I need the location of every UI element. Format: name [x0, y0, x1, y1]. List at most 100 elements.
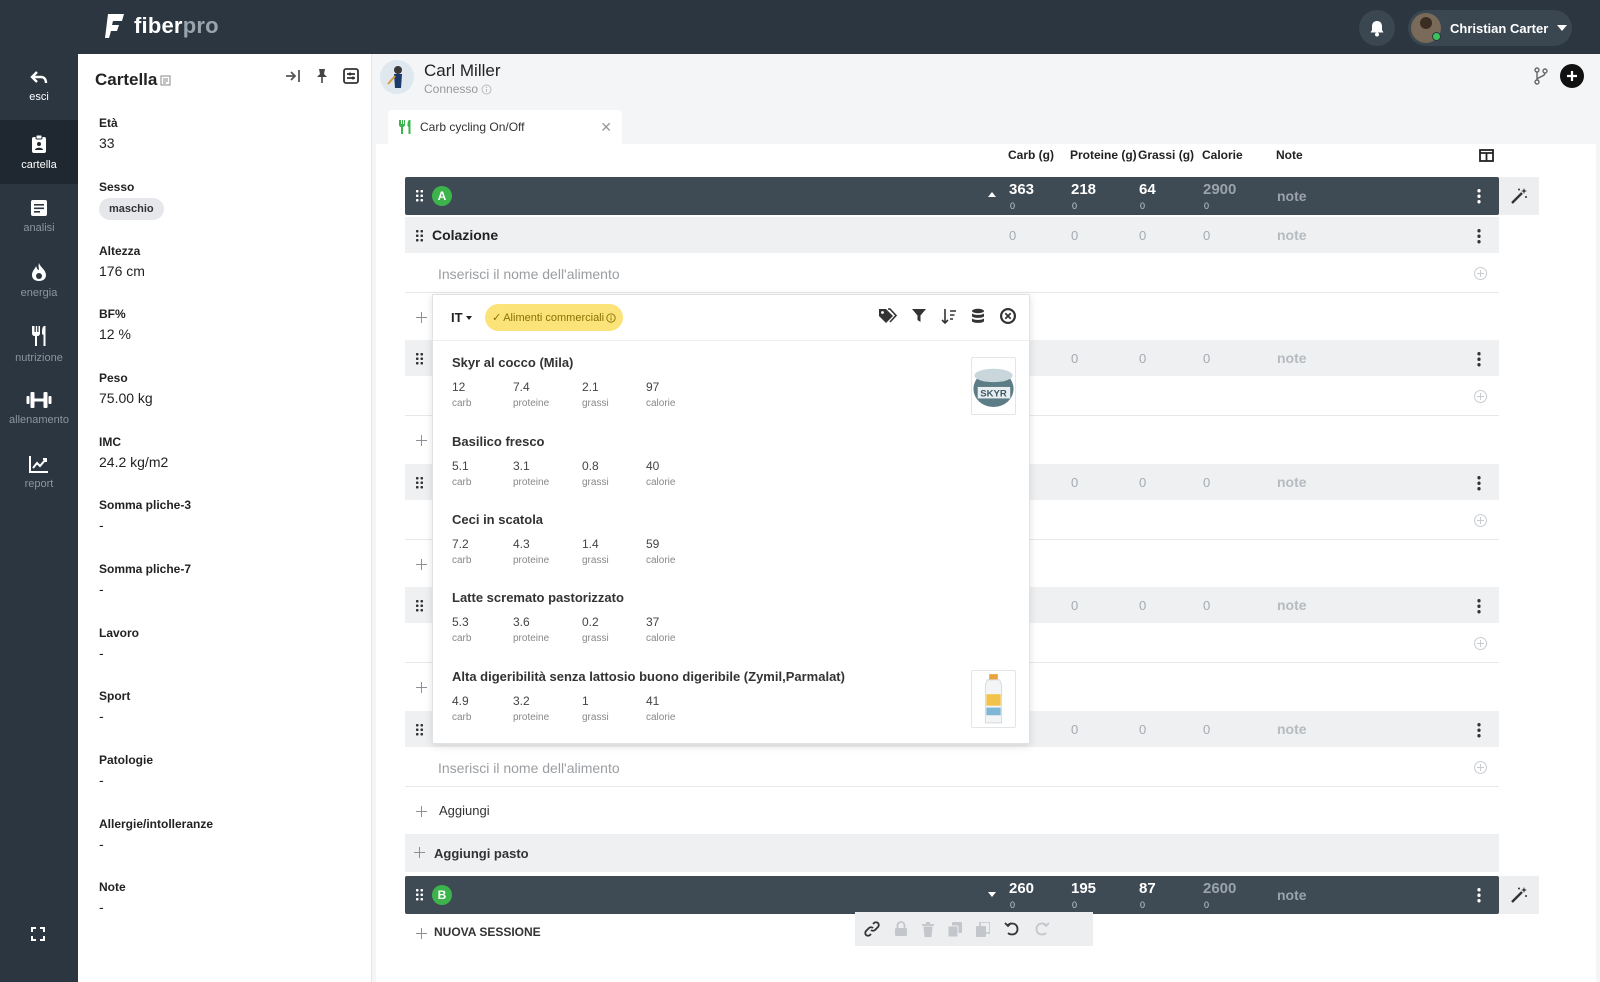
more-vertical-icon[interactable] — [1477, 188, 1481, 204]
drag-handle-icon[interactable] — [415, 352, 424, 365]
session-badge: B — [432, 885, 452, 905]
chart-line-icon — [29, 455, 48, 473]
popup-toolbar — [878, 307, 1017, 325]
sesso-chip: maschio — [99, 198, 164, 220]
food-result-item[interactable]: Ceci in scatola 7.2 carb 4.3 proteine 1.4 g… — [452, 512, 1012, 566]
more-vertical-icon[interactable] — [1477, 351, 1481, 367]
add-circle-icon[interactable] — [1474, 267, 1487, 280]
chevron-up-icon[interactable] — [988, 192, 996, 197]
add-circle-icon[interactable] — [1474, 390, 1487, 403]
logo-suffix: pro — [182, 13, 219, 38]
food-result-item[interactable]: Latte scremato pastorizzato 5.3 carb 3.6 p… — [452, 590, 1012, 644]
tab-carb-cycling[interactable]: Carb cycling On/Off ✕ — [388, 110, 622, 144]
patient-status: Connesso — [424, 82, 479, 96]
add-icon[interactable] — [416, 806, 427, 817]
nav-label: cartella — [21, 158, 57, 171]
session-b-note[interactable]: note — [1277, 887, 1307, 903]
info-icon — [606, 312, 616, 323]
add-meal-row[interactable]: Aggiungi pasto — [405, 834, 1499, 872]
info-icon[interactable] — [481, 84, 492, 95]
trash-icon[interactable] — [922, 921, 934, 937]
drag-handle-icon[interactable] — [415, 476, 424, 489]
session-b-proteine: 195 — [1071, 880, 1097, 897]
session-a-row[interactable]: A 363 0 218 0 64 0 2900 0 note — [405, 177, 1499, 215]
drag-handle-icon[interactable] — [415, 723, 424, 736]
nav-item-allenamento[interactable]: allenamento — [0, 376, 78, 440]
nav-item-energia[interactable]: energia — [0, 248, 78, 312]
meal-note[interactable]: note — [1277, 227, 1307, 243]
session-a-note[interactable]: note — [1277, 188, 1307, 204]
more-vertical-icon[interactable] — [1477, 228, 1481, 244]
back-arrow-icon — [30, 70, 48, 83]
field-altezza: Altezza 176 cm — [99, 244, 145, 279]
food-search-input[interactable]: Inserisci il nome dell'alimento — [405, 255, 1499, 293]
food-search-input-5[interactable]: Inserisci il nome dell'alimento — [405, 749, 1499, 787]
filter-icon[interactable] — [911, 308, 927, 324]
database-icon[interactable] — [971, 308, 985, 324]
notifications-button[interactable] — [1359, 10, 1395, 46]
more-vertical-icon[interactable] — [1477, 475, 1481, 491]
fullscreen-icon[interactable] — [28, 924, 48, 944]
lock-icon[interactable] — [894, 921, 908, 937]
add-food-icon[interactable] — [416, 559, 427, 570]
magic-wand-button[interactable] — [1499, 876, 1539, 914]
more-vertical-icon[interactable] — [1477, 887, 1481, 903]
more-vertical-icon[interactable] — [1477, 598, 1481, 614]
edit-form-icon[interactable] — [343, 68, 359, 84]
chevron-down-icon[interactable] — [988, 892, 996, 897]
add-button[interactable] — [1560, 64, 1584, 88]
session-b-row[interactable]: B 260 0 195 0 87 0 2600 0 note — [405, 876, 1499, 914]
close-icon[interactable]: ✕ — [600, 120, 612, 134]
add-circle-icon[interactable] — [1474, 637, 1487, 650]
user-menu-button[interactable]: Christian Carter — [1408, 10, 1572, 46]
cartella-toolbar — [285, 68, 359, 84]
close-circle-icon[interactable] — [999, 307, 1017, 325]
magic-wand-button[interactable] — [1499, 177, 1539, 215]
note-icon[interactable] — [160, 75, 171, 86]
nav-item-analisi[interactable]: analisi — [0, 184, 78, 248]
food-result-item[interactable]: Alta digeribilità senza lattosio buono d… — [452, 669, 1012, 723]
add-food-icon[interactable] — [416, 312, 427, 323]
cutlery-green-icon — [399, 120, 411, 134]
nav-label: esci — [29, 90, 49, 103]
redo-icon[interactable] — [1034, 921, 1050, 937]
columns-layout-icon[interactable] — [1479, 149, 1494, 162]
sort-icon[interactable] — [941, 308, 957, 324]
nav-item-nutrizione[interactable]: nutrizione — [0, 312, 78, 376]
undo-icon[interactable] — [1004, 921, 1020, 937]
field-lavoro: Lavoro - — [99, 626, 140, 661]
nav-item-report[interactable]: report — [0, 440, 78, 504]
tags-icon[interactable] — [878, 308, 897, 324]
add-circle-icon[interactable] — [1474, 514, 1487, 527]
drag-handle-icon[interactable] — [415, 189, 424, 202]
link-icon[interactable] — [864, 921, 880, 937]
aggiungi-button[interactable]: Aggiungi — [439, 803, 490, 818]
pin-icon[interactable] — [315, 68, 329, 84]
branch-icon[interactable] — [1534, 67, 1548, 85]
add-food-icon[interactable] — [416, 682, 427, 693]
food-result-item[interactable]: Skyr al cocco (Mila) 12 carb 7.4 proteine … — [452, 355, 1012, 409]
patient-photo — [380, 60, 414, 94]
logo-leaf-icon — [105, 14, 124, 38]
drag-handle-icon[interactable] — [415, 888, 424, 901]
logo-name: fiber — [134, 13, 183, 38]
add-food-icon[interactable] — [416, 435, 427, 446]
duplicate-icon[interactable] — [976, 921, 990, 937]
collapse-panel-icon[interactable] — [285, 69, 301, 83]
food-result-item[interactable]: Basilico fresco 5.1 carb 3.1 proteine 0.8 g… — [452, 434, 1012, 488]
app-logo[interactable]: fiberpro — [104, 12, 219, 40]
new-session-button[interactable]: NUOVA SESSIONE — [434, 925, 541, 939]
left-nav: esci cartella analisi energia nutrizione… — [0, 54, 78, 982]
drag-handle-icon[interactable] — [415, 599, 424, 612]
language-select[interactable]: IT — [451, 310, 472, 325]
commercial-foods-filter[interactable]: ✓ Alimenti commerciali — [485, 304, 624, 331]
meal-colazione-row[interactable]: Colazione 0 0 0 0 note — [405, 217, 1499, 253]
nav-item-esci[interactable]: esci — [0, 54, 78, 118]
add-session-icon[interactable] — [416, 928, 427, 939]
more-vertical-icon[interactable] — [1477, 722, 1481, 738]
nav-item-cartella[interactable]: cartella — [0, 120, 78, 184]
copy-icon[interactable] — [948, 921, 962, 937]
add-circle-icon[interactable] — [1474, 761, 1487, 774]
drag-handle-icon[interactable] — [415, 229, 424, 242]
field-bf: BF% 12 % — [99, 307, 131, 342]
